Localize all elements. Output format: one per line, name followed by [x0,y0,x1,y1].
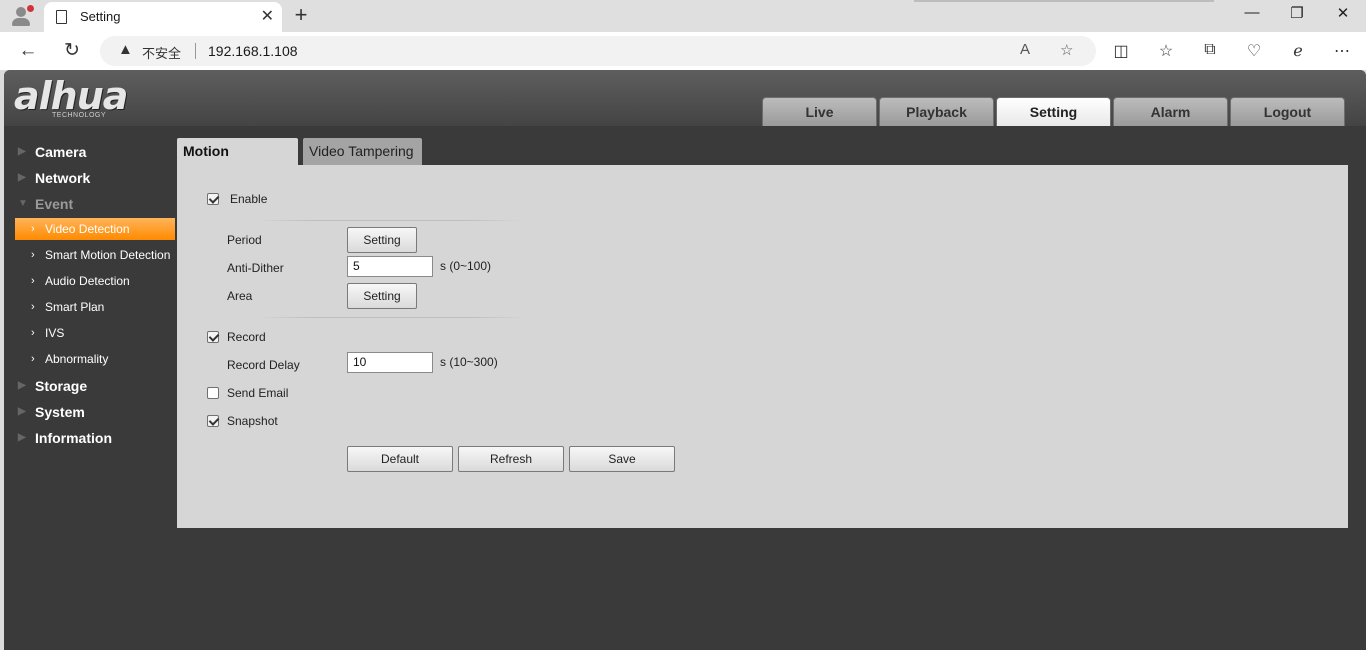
sidebar-subitem-smart-motion-detection[interactable]: › Smart Motion Detection [15,244,175,266]
read-aloud-icon[interactable]: A [1020,41,1030,58]
close-window-icon[interactable]: ✕ [1320,4,1366,22]
tab-title: Setting [80,9,121,24]
motion-detection-panel: Enable Period Setting Anti-Dither 5 s (0… [177,165,1348,528]
url-text[interactable]: 192.168.1.108 [208,43,298,59]
area-label: Area [227,289,253,303]
enable-checkbox[interactable] [207,193,219,205]
security-label[interactable]: 不安全 [142,43,181,62]
chevron-right-icon: › [31,275,35,287]
favorites-icon[interactable]: ☆ [1152,41,1180,61]
refresh-icon[interactable]: ↻ [58,40,86,62]
browser-essentials-icon[interactable]: ♡ [1240,41,1268,61]
collapse-arrow-icon: ▼ [18,198,28,209]
sidebar-subitem-ivs[interactable]: › IVS [15,322,175,344]
record-delay-input[interactable]: 10 [347,352,433,373]
send-email-label: Send Email [227,386,289,400]
save-button[interactable]: Save [569,446,675,472]
tab-video-tampering[interactable]: Video Tampering [303,138,422,165]
expand-arrow-icon: ▶ [18,432,26,443]
page-icon [56,10,67,24]
expand-arrow-icon: ▶ [18,406,26,417]
browser-tab[interactable]: Setting ✕ [44,2,282,32]
logo-subtitle: TECHNOLOGY [52,112,107,119]
period-setting-button[interactable]: Setting [347,227,417,253]
tab-alarm[interactable]: Alarm [1113,97,1228,126]
close-tab-icon[interactable]: ✕ [261,6,274,26]
send-email-checkbox[interactable] [207,387,219,399]
chevron-right-icon: › [31,249,35,261]
sidebar-item-event[interactable]: ▼ Event [4,193,176,215]
tab-logout[interactable]: Logout [1230,97,1345,126]
address-bar[interactable]: ▲ 不安全 192.168.1.108 A ☆ [100,36,1096,66]
sidebar-subitem-audio-detection[interactable]: › Audio Detection [15,270,175,292]
expand-arrow-icon: ▶ [18,380,26,391]
chevron-right-icon: › [31,353,35,365]
split-screen-icon[interactable]: ◫ [1107,41,1135,61]
browser-titlebar: Setting ✕ + — ❐ ✕ [0,0,1366,32]
record-delay-label: Record Delay [227,358,300,372]
snapshot-checkbox[interactable] [207,415,219,427]
divider [257,317,527,318]
snapshot-label: Snapshot [227,414,278,428]
expand-arrow-icon: ▶ [18,172,26,183]
dahua-logo: alhua [14,74,128,118]
app-header: alhua TECHNOLOGY Live Playback Setting A… [4,70,1366,126]
web-app: alhua TECHNOLOGY Live Playback Setting A… [4,70,1366,650]
anti-dither-range: s (0~100) [440,259,492,273]
area-setting-button[interactable]: Setting [347,283,417,309]
tab-live[interactable]: Live [762,97,877,126]
browser-navbar: ← ↻ ▲ 不安全 192.168.1.108 A ☆ ◫ ☆ ⧉ ♡ ℯ ⋯ [0,32,1366,70]
default-button[interactable]: Default [347,446,453,472]
chevron-right-icon: › [31,327,35,339]
anti-dither-input[interactable]: 5 [347,256,433,277]
tab-playback[interactable]: Playback [879,97,994,126]
sidebar-item-information[interactable]: ▶ Information [4,427,176,449]
record-delay-range: s (10~300) [440,355,498,369]
more-icon[interactable]: ⋯ [1328,41,1356,61]
favorite-star-icon[interactable]: ☆ [1060,41,1073,59]
chevron-right-icon: › [31,223,35,235]
minimize-icon[interactable]: — [1229,4,1275,21]
collections-icon[interactable]: ⧉ [1196,41,1224,59]
refresh-button[interactable]: Refresh [458,446,564,472]
tab-setting[interactable]: Setting [996,97,1111,126]
sidebar-subitem-video-detection[interactable]: › Video Detection [15,218,175,240]
sidebar-item-network[interactable]: ▶ Network [4,167,176,189]
sidebar-item-system[interactable]: ▶ System [4,401,176,423]
expand-arrow-icon: ▶ [18,146,26,157]
sidebar-subitem-smart-plan[interactable]: › Smart Plan [15,296,175,318]
edge-icon[interactable]: ℯ [1284,41,1312,61]
divider [257,220,522,221]
restore-icon[interactable]: ❐ [1274,4,1320,22]
record-label: Record [227,330,266,344]
divider [914,0,1214,2]
sidebar-subitem-abnormality[interactable]: › Abnormality [15,348,175,370]
sidebar-item-camera[interactable]: ▶ Camera [4,141,176,163]
tab-motion-detection[interactable]: Motion Detection [177,138,298,186]
record-checkbox[interactable] [207,331,219,343]
warning-icon: ▲ [118,41,133,58]
chevron-right-icon: › [31,301,35,313]
back-icon[interactable]: ← [14,40,42,62]
sidebar-item-storage[interactable]: ▶ Storage [4,375,176,397]
anti-dither-label: Anti-Dither [227,261,284,275]
enable-label: Enable [230,192,268,206]
sidebar: ▶ Camera ▶ Network ▼ Event › Video Detec… [4,126,176,650]
period-label: Period [227,233,262,247]
profile-icon[interactable] [10,5,34,27]
new-tab-icon[interactable]: + [288,2,314,28]
